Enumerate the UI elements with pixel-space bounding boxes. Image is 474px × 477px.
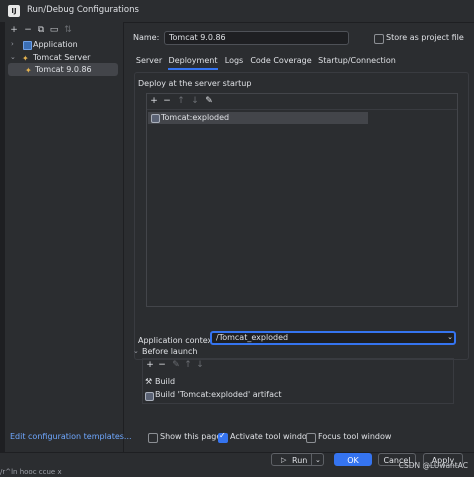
artifact-icon	[145, 392, 154, 401]
move-down-icon[interactable]: ↓	[190, 96, 200, 106]
app-context-input[interactable]: /Tomcat_exploded	[210, 331, 456, 345]
name-label: Name:	[133, 33, 160, 42]
chevron-down-icon[interactable]: ⌄	[315, 454, 321, 467]
copy-icon[interactable]: ⧉	[36, 25, 46, 35]
intellij-logo-icon: IJ	[8, 5, 20, 17]
tree-item-tomcat-9086[interactable]: ✦ Tomcat 9.0.86	[8, 63, 118, 76]
move-up-icon[interactable]: ↑	[176, 96, 186, 106]
name-input[interactable]: Tomcat 9.0.86	[164, 31, 349, 45]
move-down-icon[interactable]: ↓	[195, 360, 205, 370]
add-icon[interactable]: +	[9, 25, 19, 35]
config-main-panel: Name: Tomcat 9.0.86 Store as project fil…	[124, 22, 474, 452]
button-divider	[311, 454, 312, 465]
sort-icon[interactable]: ⇅	[63, 25, 73, 35]
tab-server[interactable]: Server	[134, 54, 164, 68]
focus-tool-window-checkbox[interactable]	[306, 433, 316, 443]
activate-tool-window-label: Activate tool window	[230, 432, 314, 441]
deploy-heading: Deploy at the server startup	[138, 79, 252, 88]
tomcat-icon: ✦	[25, 66, 32, 75]
tree-item-label: Application	[33, 40, 78, 49]
focus-tool-window-label: Focus tool window	[318, 432, 392, 441]
show-page-checkbox[interactable]	[148, 433, 158, 443]
show-page-label: Show this page	[160, 432, 222, 441]
before-launch-list: + − ✎ ↑ ↓ ⚒ Build Build 'Tomcat:exploded…	[142, 358, 454, 404]
edit-templates-link[interactable]: Edit configuration templates...	[10, 432, 132, 441]
config-tabs: Server Deployment Logs Code Coverage Sta…	[134, 54, 467, 70]
chevron-down-icon[interactable]: ⌄	[133, 347, 139, 355]
move-up-icon[interactable]: ↑	[183, 360, 193, 370]
tab-deployment[interactable]: Deployment	[168, 54, 218, 70]
bottom-text: /r^ln hooc ccue x	[0, 468, 62, 476]
tree-item-application[interactable]: › Application	[5, 38, 117, 51]
store-project-checkbox[interactable]	[374, 34, 384, 44]
deploy-item-label: Tomcat:exploded	[161, 113, 230, 122]
watermark: CSDN @LUwantAC	[398, 461, 468, 470]
list-item[interactable]: Tomcat:exploded	[148, 112, 368, 124]
remove-icon[interactable]: −	[23, 25, 33, 35]
title-bar: IJ Run/Debug Configurations	[0, 0, 474, 23]
tab-startup-connection[interactable]: Startup/Connection	[316, 54, 398, 68]
folder-icon[interactable]: ▭	[49, 25, 59, 35]
remove-deployment-icon[interactable]: −	[162, 96, 172, 106]
task-item-artifact[interactable]: Build 'Tomcat:exploded' artifact	[155, 390, 282, 399]
ok-button[interactable]: OK	[334, 453, 372, 466]
add-deployment-icon[interactable]: +	[149, 96, 159, 106]
application-icon	[23, 41, 32, 50]
run-button[interactable]: ▷ Run ⌄	[271, 453, 324, 466]
deployment-toolbar: + − ↑ ↓ ✎	[147, 94, 457, 110]
edit-task-icon[interactable]: ✎	[171, 360, 181, 370]
chevron-right-icon[interactable]: ›	[11, 38, 14, 51]
before-launch-heading[interactable]: Before launch	[142, 347, 197, 356]
remove-task-icon[interactable]: −	[157, 360, 167, 370]
store-project-label: Store as project file	[386, 33, 464, 42]
tree-item-label: Tomcat 9.0.86	[35, 65, 92, 74]
window-title: Run/Debug Configurations	[27, 5, 139, 15]
config-sidebar: + − ⧉ ▭ ⇅ › Application ⌄ ✦ Tomcat Serve…	[5, 22, 124, 452]
app-context-label: Application context:	[138, 336, 219, 345]
chevron-down-icon[interactable]: ⌄	[445, 332, 455, 343]
deployment-panel: Deploy at the server startup + − ↑ ↓ ✎ T…	[134, 72, 469, 360]
run-label: Run	[292, 456, 308, 465]
artifact-icon	[151, 114, 160, 123]
task-item-build[interactable]: Build	[155, 377, 175, 386]
tab-code-coverage[interactable]: Code Coverage	[250, 54, 312, 68]
add-task-icon[interactable]: +	[145, 360, 155, 370]
activate-tool-window-checkbox[interactable]	[218, 431, 228, 443]
play-icon: ▷	[281, 456, 287, 464]
tab-logs[interactable]: Logs	[222, 54, 246, 68]
edit-icon[interactable]: ✎	[204, 96, 214, 106]
build-icon: ⚒	[145, 377, 153, 386]
deployment-list: + − ↑ ↓ ✎ Tomcat:exploded	[146, 93, 458, 307]
